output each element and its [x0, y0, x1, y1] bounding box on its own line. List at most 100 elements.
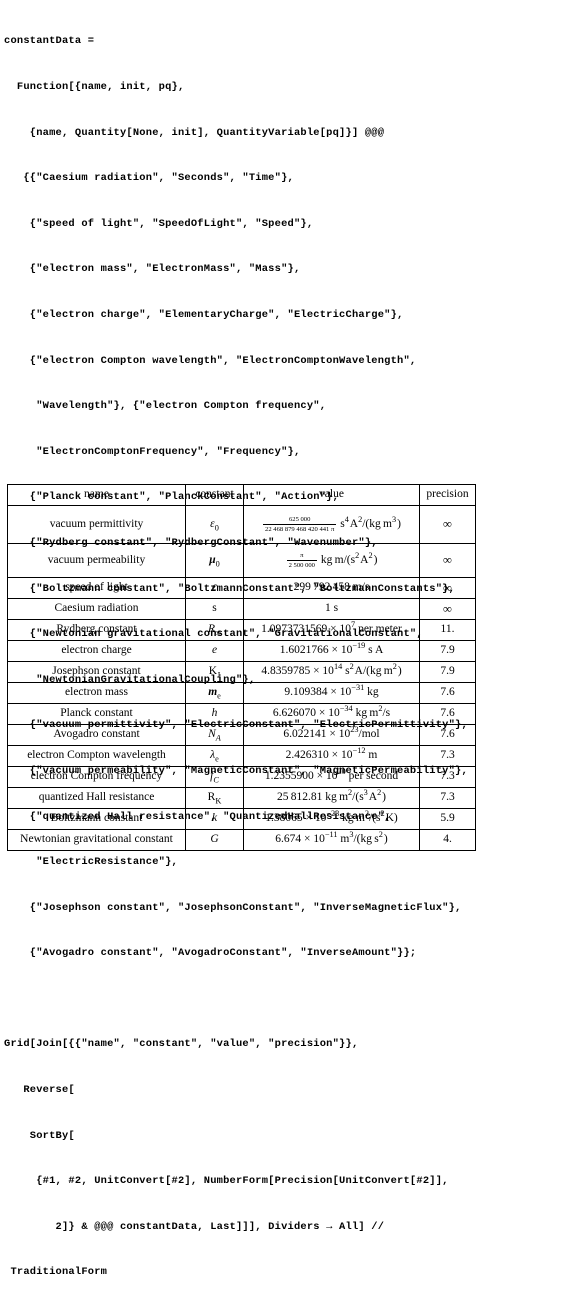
row-precision: 7.9 [419, 661, 476, 683]
table-row: electron charge e 1.6021766 × 10−19 s A … [7, 640, 476, 662]
row-precision: 7.6 [419, 703, 476, 725]
code-line: TraditionalForm [4, 1266, 108, 1279]
table-row: Rydberg constant R∞ 1.0973731569 × 107 p… [7, 619, 476, 641]
row-value: 299 792 458 m/s [243, 577, 420, 599]
row-name: vacuum permittivity [7, 505, 186, 544]
table-row: Newtonian gravitational constant G 6.674… [7, 829, 476, 851]
code-line: {"electron Compton wavelength", "Electro… [4, 354, 417, 367]
code-line: {{"Caesium radiation", "Seconds", "Time"… [4, 172, 294, 185]
fraction-permittivity: 625 000 22 468 879 468 420 441 π [263, 515, 337, 533]
row-value: 1.6021766 × 10−19 s A [243, 640, 420, 662]
table-row: Caesium radiation s 1 s ∞ [7, 598, 476, 620]
row-symbol: ε0 [185, 505, 244, 544]
row-value: π2 500 000 kg m/(s2 A2 ) [243, 543, 420, 578]
table-row: electron mass me 9.109384 × 10−31 kg 7.6 [7, 682, 476, 704]
row-symbol: RK [185, 787, 244, 809]
row-precision: 7.3 [419, 766, 476, 788]
code-line: "Wavelength"}, {"electron Compton freque… [4, 400, 327, 413]
row-precision: 7.6 [419, 724, 476, 746]
code-line: {"Josephson constant", "JosephsonConstan… [4, 901, 462, 914]
row-value: 6.626070 × 10−34 kg m2/s [243, 703, 420, 725]
code-line: "ElectricResistance"}, [4, 856, 178, 869]
table-row: Josephson constant KJ 4.8359785 × 1014 s… [7, 661, 476, 683]
row-symbol: fC [185, 766, 244, 788]
wolfram-output-cell: name constant value precision vacuum per… [7, 484, 476, 851]
code-line: Reverse[ [4, 1084, 75, 1097]
row-symbol: μ0 [185, 543, 244, 578]
row-value: 1.2355900 × 1020 per second [243, 766, 420, 788]
table-row: speed of light c 299 792 458 m/s ∞ [7, 577, 476, 599]
row-precision: 7.3 [419, 745, 476, 767]
row-name: Caesium radiation [7, 598, 186, 620]
row-symbol: NA [185, 724, 244, 746]
row-symbol: c [185, 577, 244, 599]
constants-grid: name constant value precision vacuum per… [7, 484, 476, 851]
code-line: {"speed of light", "SpeedOfLight", "Spee… [4, 217, 314, 230]
code-line: {#1, #2, UnitConvert[#2], NumberForm[Pre… [4, 1175, 449, 1188]
row-name: quantized Hall resistance [7, 787, 186, 809]
row-precision: 7.6 [419, 682, 476, 704]
table-row: vacuum permittivity ε0 625 000 22 468 879… [7, 505, 476, 544]
row-value: 2.426310 × 10−12 m [243, 745, 420, 767]
row-precision: 4. [419, 829, 476, 851]
table-row: Avogadro constant NA 6.022141 × 1023/mol… [7, 724, 476, 746]
column-header-precision: precision [419, 484, 476, 506]
table-row: Planck constant h 6.626070 × 10−34 kg m2… [7, 703, 476, 725]
code-line: "ElectronComptonFrequency", "Frequency"}… [4, 445, 301, 458]
fraction-denominator: 22 468 879 468 420 441 π [263, 524, 337, 533]
code-line: Function[{name, init, pq}, [4, 81, 185, 93]
row-symbol: G [185, 829, 244, 851]
row-precision: ∞ [419, 505, 476, 544]
code-line: {"Avogadro constant", "AvogadroConstant"… [4, 947, 417, 960]
fraction-numerator: 625 000 [288, 515, 311, 523]
row-symbol: KJ [185, 661, 244, 683]
row-name: Boltzmann constant [7, 808, 186, 830]
row-name: electron Compton frequency [7, 766, 186, 788]
row-value: 25 812.81 kg m2/(s3 A2 ) [243, 787, 420, 809]
row-name: electron charge [7, 640, 186, 662]
fraction-numerator: π [300, 551, 304, 559]
column-header-constant: constant [185, 484, 244, 506]
row-precision: ∞ [419, 577, 476, 599]
row-value: 1.0973731569 × 107 per meter [243, 619, 420, 641]
code-line: constantData = [4, 35, 95, 48]
row-name: electron Compton wavelength [7, 745, 186, 767]
row-name: electron mass [7, 682, 186, 704]
row-symbol: λe [185, 745, 244, 767]
fraction-permeability: π2 500 000 [286, 551, 317, 569]
row-precision: ∞ [419, 543, 476, 578]
row-precision: ∞ [419, 598, 476, 620]
row-value: 1.38065 × 10−23 kg m2/(s2 K) [243, 808, 420, 830]
table-row: vacuum permeability μ0 π2 500 000 kg m/(… [7, 543, 476, 578]
code-line: {"electron charge", "ElementaryCharge", … [4, 308, 404, 321]
table-row: quantized Hall resistance RK 25 812.81 k… [7, 787, 476, 809]
row-name: Rydberg constant [7, 619, 186, 641]
code-line: {name, Quantity[None, init], QuantityVar… [4, 126, 385, 139]
row-symbol: me [185, 682, 244, 704]
row-name: Avogadro constant [7, 724, 186, 746]
column-header-name: name [7, 484, 186, 506]
row-name: Newtonian gravitational constant [7, 829, 186, 851]
row-precision: 7.3 [419, 787, 476, 809]
row-name: speed of light [7, 577, 186, 599]
row-value: 9.109384 × 10−31 kg [243, 682, 420, 704]
table-header-row: name constant value precision [7, 484, 476, 506]
table-row: electron Compton wavelength λe 2.426310 … [7, 745, 476, 767]
row-value: 6.022141 × 1023/mol [243, 724, 420, 746]
row-symbol: R∞ [185, 619, 244, 641]
row-symbol: h [185, 703, 244, 725]
row-value: 4.8359785 × 1014 s2 A/(kg m2 ) [243, 661, 420, 683]
row-symbol: s [185, 598, 244, 620]
code-line: {"electron mass", "ElectronMass", "Mass"… [4, 263, 301, 276]
row-name: Josephson constant [7, 661, 186, 683]
row-value: 6.674 × 10−11 m3/(kg s2 ) [243, 829, 420, 851]
row-precision: 11. [419, 619, 476, 641]
row-symbol: k [185, 808, 244, 830]
fraction-denominator: 2 500 000 [286, 560, 317, 569]
row-value: 625 000 22 468 879 468 420 441 π s4 A2/(k… [243, 505, 420, 544]
row-symbol: e [185, 640, 244, 662]
row-precision: 7.9 [419, 640, 476, 662]
code-line: 2]} & @@@ constantData, Last]]], Divider… [4, 1220, 385, 1233]
table-row: Boltzmann constant k 1.38065 × 10−23 kg … [7, 808, 476, 830]
row-precision: 5.9 [419, 808, 476, 830]
